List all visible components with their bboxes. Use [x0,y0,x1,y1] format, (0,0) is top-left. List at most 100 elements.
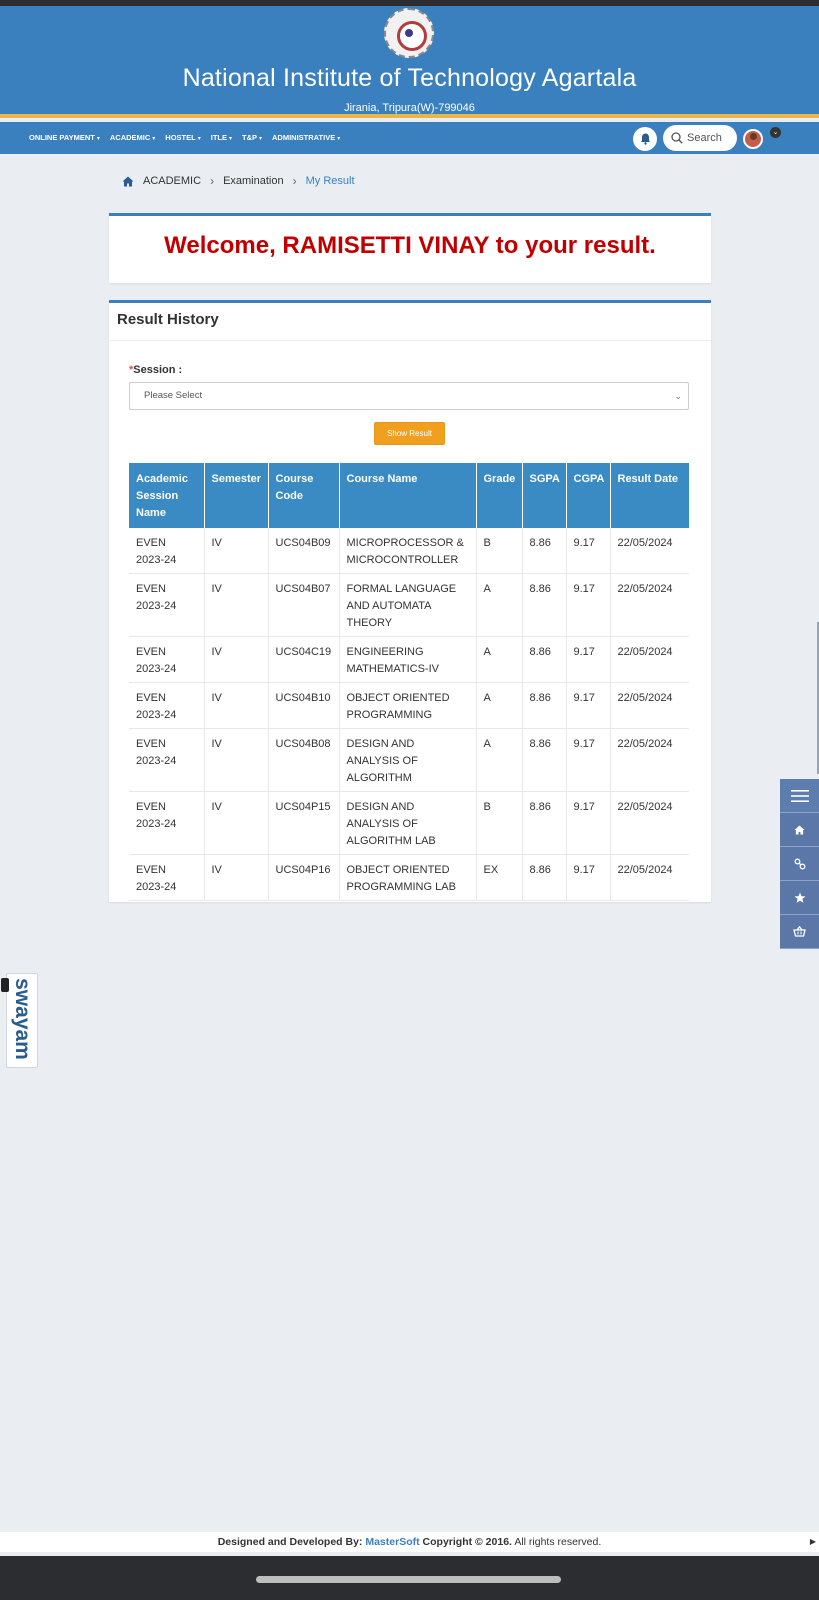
table-cell: IV [204,854,269,901]
nav-item[interactable]: HOSTEL ▾ [165,133,200,142]
user-menu-chevron-icon[interactable]: ⌄ [770,127,781,138]
welcome-message: Welcome, RAMISETTI VINAY to your result. [164,232,656,259]
side-menu-button[interactable] [780,779,819,813]
table-cell: 22/05/2024 [610,682,689,729]
swayam-badge[interactable]: swayam [1,973,38,1068]
table-cell: EVEN 2023-24 [129,728,205,792]
table-cell: A [476,728,523,792]
table-cell: UCS04B09 [268,528,340,574]
caret-down-icon: ▾ [337,136,341,142]
show-result-button[interactable]: Show Result [374,422,445,445]
nav-item[interactable]: T&P ▾ [242,133,262,142]
user-avatar[interactable] [743,129,763,149]
institute-logo [384,8,434,58]
table-row: EVEN 2023-24 IV UCS04B10 OBJECT ORIENTED PR… [129,682,689,729]
table-cell: EVEN 2023-24 [129,573,205,637]
notification-button[interactable] [633,127,657,151]
table-cell: A [476,573,523,637]
column-header: Result Date [610,463,689,528]
card-divider [109,340,711,341]
result-table-body: EVEN 2023-24 IV UCS04B09 MICROPROCESSOR & M… [129,528,689,901]
table-cell: 8.86 [522,854,567,901]
institute-address: Jirania, Tripura(W)-799046 [344,102,475,114]
site-header: National Institute of Technology Agartal… [0,6,819,118]
column-header: Semester [204,463,269,528]
nav-item-label: ADMINISTRATIVE [272,133,336,142]
page-footer: Designed and Developed By: MasterSoft Co… [0,1532,819,1552]
table-row: EVEN 2023-24 IV UCS04B08 DESIGN AND ANALYSI… [129,728,689,792]
table-cell: 22/05/2024 [610,854,689,901]
table-cell: 22/05/2024 [610,573,689,637]
caret-right-icon[interactable]: ▶ [810,1532,816,1552]
nav-item-label: T&P [242,133,257,142]
search-button[interactable]: Search [663,125,737,151]
table-row: EVEN 2023-24 IV UCS04B07 FORMAL LANGUAGE AN… [129,573,689,637]
home-icon[interactable] [122,176,134,187]
session-label: *Session : [129,364,182,376]
column-header: CGPA [566,463,611,528]
table-cell: OBJECT ORIENTED PROGRAMMING LAB [339,854,477,901]
table-cell: IV [204,573,269,637]
table-cell: B [476,791,523,855]
table-cell: 22/05/2024 [610,791,689,855]
table-cell: OBJECT ORIENTED PROGRAMMING [339,682,477,729]
table-cell: 9.17 [566,636,611,683]
table-cell: UCS04B10 [268,682,340,729]
table-cell: B [476,528,523,574]
column-header: Grade [476,463,523,528]
side-favorite-button[interactable] [780,881,819,915]
column-header: Course Name [339,463,477,528]
table-cell: A [476,636,523,683]
table-cell: EVEN 2023-24 [129,854,205,901]
nav-item[interactable]: ONLINE PAYMENT ▾ [29,133,100,142]
chevron-down-icon: ⌄ [674,391,682,401]
table-cell: 9.17 [566,682,611,729]
caret-down-icon: ▾ [152,136,156,142]
footer-rights: All rights reserved. [514,1536,602,1548]
nav-menu: ONLINE PAYMENT ▾ ACADEMIC ▾ HOSTEL ▾ ITLE ▾ T&P ▾… [29,133,340,142]
table-header-row: Academic Session Name Semester Course Co… [129,463,689,528]
session-select[interactable]: Please Select ⌄ [129,382,689,410]
system-navigation-bar [0,1556,819,1600]
home-indicator[interactable] [256,1576,561,1583]
home-icon [794,824,805,835]
table-cell: UCS04B08 [268,728,340,792]
breadcrumb-examination[interactable]: Examination [223,175,284,187]
table-cell: EVEN 2023-24 [129,528,205,574]
table-cell: UCS04B07 [268,573,340,637]
table-cell: IV [204,528,269,574]
side-basket-button[interactable] [780,915,819,949]
nav-item[interactable]: ITLE ▾ [211,133,232,142]
footer-company-link[interactable]: MasterSoft [365,1536,419,1548]
footer-designed-by: Designed and Developed By: [217,1536,363,1548]
table-cell: 9.17 [566,791,611,855]
table-cell: 22/05/2024 [610,636,689,683]
breadcrumb: ACADEMIC › Examination › My Result [122,174,355,188]
nav-item[interactable]: ADMINISTRATIVE ▾ [272,133,340,142]
table-cell: 8.86 [522,791,567,855]
breadcrumb-academic[interactable]: ACADEMIC [143,175,201,187]
table-cell: 9.17 [566,528,611,574]
table-cell: UCS04C19 [268,636,340,683]
nav-item[interactable]: ACADEMIC ▾ [110,133,155,142]
swayam-logo-text: swayam [11,978,34,1060]
table-cell: 22/05/2024 [610,728,689,792]
table-cell: 9.17 [566,728,611,792]
caret-down-icon: ▾ [197,136,201,142]
link-icon [794,858,805,869]
session-select-value: Please Select [144,390,203,401]
table-cell: UCS04P16 [268,854,340,901]
table-row: EVEN 2023-24 IV UCS04C19 ENGINEERING MATHEM… [129,636,689,683]
side-link-button[interactable] [780,847,819,881]
table-cell: IV [204,682,269,729]
side-home-button[interactable] [780,813,819,847]
basket-icon [793,926,806,937]
search-icon [671,132,683,144]
table-cell: 8.86 [522,728,567,792]
column-header: Course Code [268,463,340,528]
table-row: EVEN 2023-24 IV UCS04P16 OBJECT ORIENTED PR… [129,854,689,901]
table-cell: EVEN 2023-24 [129,636,205,683]
table-cell: DESIGN AND ANALYSIS OF ALGORITHM LAB [339,791,477,855]
search-label: Search [687,132,722,144]
table-cell: ENGINEERING MATHEMATICS-IV [339,636,477,683]
